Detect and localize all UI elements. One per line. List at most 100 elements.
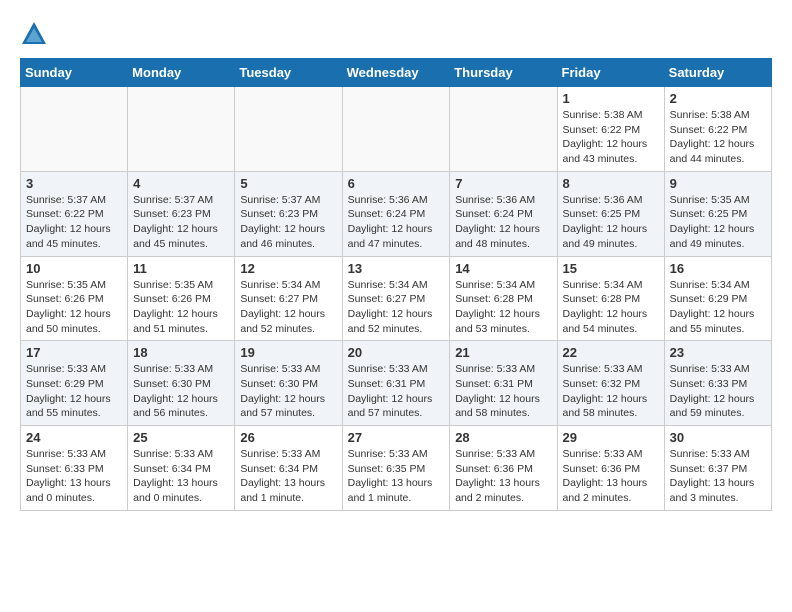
day-info: Sunrise: 5:33 AM Sunset: 6:37 PM Dayligh…: [670, 447, 766, 506]
calendar-day: 19 Sunrise: 5:33 AM Sunset: 6:30 PM Dayli…: [235, 341, 342, 426]
day-number: 2: [670, 91, 766, 106]
calendar-day: 22 Sunrise: 5:33 AM Sunset: 6:32 PM Dayli…: [557, 341, 664, 426]
day-number: 4: [133, 176, 229, 191]
calendar-week-3: 10 Sunrise: 5:35 AM Sunset: 6:26 PM Dayli…: [21, 256, 772, 341]
calendar-day: 15Sunrise: 5:34 AM Sunset: 6:28 PM Dayli…: [557, 256, 664, 341]
calendar-week-4: 17 Sunrise: 5:33 AM Sunset: 6:29 PM Dayli…: [21, 341, 772, 426]
day-info: Sunrise: 5:38 AM Sunset: 6:22 PM Dayligh…: [670, 108, 766, 167]
day-info: Sunrise: 5:37 AM Sunset: 6:23 PM Dayligh…: [240, 193, 336, 252]
day-info: Sunrise: 5:34 AM Sunset: 6:27 PM Dayligh…: [348, 278, 445, 337]
calendar-day: 30 Sunrise: 5:33 AM Sunset: 6:37 PM Dayli…: [664, 426, 771, 511]
day-info: Sunrise: 5:33 AM Sunset: 6:36 PM Dayligh…: [563, 447, 659, 506]
day-info: Sunrise: 5:33 AM Sunset: 6:35 PM Dayligh…: [348, 447, 445, 506]
day-header-saturday: Saturday: [664, 59, 771, 87]
day-number: 24: [26, 430, 122, 445]
day-number: 30: [670, 430, 766, 445]
calendar-week-1: 1 Sunrise: 5:38 AM Sunset: 6:22 PM Daylig…: [21, 87, 772, 172]
calendar-header-row: SundayMondayTuesdayWednesdayThursdayFrid…: [21, 59, 772, 87]
calendar-day: 2 Sunrise: 5:38 AM Sunset: 6:22 PM Daylig…: [664, 87, 771, 172]
calendar-day: [235, 87, 342, 172]
calendar-day: 7 Sunrise: 5:36 AM Sunset: 6:24 PM Daylig…: [450, 171, 557, 256]
day-info: Sunrise: 5:36 AM Sunset: 6:24 PM Dayligh…: [455, 193, 551, 252]
calendar-day: 6 Sunrise: 5:36 AM Sunset: 6:24 PM Daylig…: [342, 171, 450, 256]
day-number: 14: [455, 261, 551, 276]
calendar-day: [342, 87, 450, 172]
day-info: Sunrise: 5:37 AM Sunset: 6:23 PM Dayligh…: [133, 193, 229, 252]
day-header-tuesday: Tuesday: [235, 59, 342, 87]
calendar-day: 14 Sunrise: 5:34 AM Sunset: 6:28 PM Dayli…: [450, 256, 557, 341]
day-number: 25: [133, 430, 229, 445]
day-number: 21: [455, 345, 551, 360]
day-header-thursday: Thursday: [450, 59, 557, 87]
day-number: 26: [240, 430, 336, 445]
calendar-day: 21 Sunrise: 5:33 AM Sunset: 6:31 PM Dayli…: [450, 341, 557, 426]
calendar-day: [21, 87, 128, 172]
calendar-day: [450, 87, 557, 172]
calendar-day: 9 Sunrise: 5:35 AM Sunset: 6:25 PM Daylig…: [664, 171, 771, 256]
calendar-day: 26 Sunrise: 5:33 AM Sunset: 6:34 PM Dayli…: [235, 426, 342, 511]
day-number: 5: [240, 176, 336, 191]
day-info: Sunrise: 5:34 AM Sunset: 6:29 PM Dayligh…: [670, 278, 766, 337]
day-number: 20: [348, 345, 445, 360]
calendar-day: 29 Sunrise: 5:33 AM Sunset: 6:36 PM Dayli…: [557, 426, 664, 511]
day-info: Sunrise: 5:33 AM Sunset: 6:30 PM Dayligh…: [133, 362, 229, 421]
day-number: 1: [563, 91, 659, 106]
day-info: Sunrise: 5:33 AM Sunset: 6:31 PM Dayligh…: [455, 362, 551, 421]
calendar-day: 17 Sunrise: 5:33 AM Sunset: 6:29 PM Dayli…: [21, 341, 128, 426]
day-info: Sunrise: 5:33 AM Sunset: 6:33 PM Dayligh…: [670, 362, 766, 421]
calendar-day: 13 Sunrise: 5:34 AM Sunset: 6:27 PM Dayli…: [342, 256, 450, 341]
logo: [20, 20, 52, 48]
calendar-day: 28 Sunrise: 5:33 AM Sunset: 6:36 PM Dayli…: [450, 426, 557, 511]
day-number: 23: [670, 345, 766, 360]
day-number: 6: [348, 176, 445, 191]
day-number: 12: [240, 261, 336, 276]
day-number: 28: [455, 430, 551, 445]
calendar-day: 4 Sunrise: 5:37 AM Sunset: 6:23 PM Daylig…: [128, 171, 235, 256]
day-info: Sunrise: 5:33 AM Sunset: 6:33 PM Dayligh…: [26, 447, 122, 506]
day-header-monday: Monday: [128, 59, 235, 87]
calendar-day: 20Sunrise: 5:33 AM Sunset: 6:31 PM Dayli…: [342, 341, 450, 426]
day-number: 22: [563, 345, 659, 360]
page-header: [20, 20, 772, 48]
calendar-week-5: 24 Sunrise: 5:33 AM Sunset: 6:33 PM Dayli…: [21, 426, 772, 511]
day-number: 29: [563, 430, 659, 445]
calendar-day: 27 Sunrise: 5:33 AM Sunset: 6:35 PM Dayli…: [342, 426, 450, 511]
day-info: Sunrise: 5:38 AM Sunset: 6:22 PM Dayligh…: [563, 108, 659, 167]
calendar-day: 16 Sunrise: 5:34 AM Sunset: 6:29 PM Dayli…: [664, 256, 771, 341]
day-number: 16: [670, 261, 766, 276]
day-info: Sunrise: 5:34 AM Sunset: 6:28 PM Dayligh…: [455, 278, 551, 337]
day-info: Sunrise: 5:37 AM Sunset: 6:22 PM Dayligh…: [26, 193, 122, 252]
day-info: Sunrise: 5:33 AM Sunset: 6:34 PM Dayligh…: [240, 447, 336, 506]
day-info: Sunrise: 5:35 AM Sunset: 6:25 PM Dayligh…: [670, 193, 766, 252]
calendar-day: 25 Sunrise: 5:33 AM Sunset: 6:34 PM Dayli…: [128, 426, 235, 511]
day-number: 19: [240, 345, 336, 360]
calendar-week-2: 3 Sunrise: 5:37 AM Sunset: 6:22 PM Daylig…: [21, 171, 772, 256]
day-number: 9: [670, 176, 766, 191]
day-info: Sunrise: 5:33 AM Sunset: 6:32 PM Dayligh…: [563, 362, 659, 421]
day-info: Sunrise: 5:36 AM Sunset: 6:24 PM Dayligh…: [348, 193, 445, 252]
day-info: Sunrise: 5:35 AM Sunset: 6:26 PM Dayligh…: [133, 278, 229, 337]
day-info: Sunrise: 5:33 AM Sunset: 6:34 PM Dayligh…: [133, 447, 229, 506]
calendar-day: 23 Sunrise: 5:33 AM Sunset: 6:33 PM Dayli…: [664, 341, 771, 426]
day-header-friday: Friday: [557, 59, 664, 87]
day-number: 7: [455, 176, 551, 191]
day-info: Sunrise: 5:33 AM Sunset: 6:29 PM Dayligh…: [26, 362, 122, 421]
calendar-table: SundayMondayTuesdayWednesdayThursdayFrid…: [20, 58, 772, 511]
calendar-day: 12 Sunrise: 5:34 AM Sunset: 6:27 PM Dayli…: [235, 256, 342, 341]
day-info: Sunrise: 5:35 AM Sunset: 6:26 PM Dayligh…: [26, 278, 122, 337]
day-number: 18: [133, 345, 229, 360]
day-number: 27: [348, 430, 445, 445]
day-info: Sunrise: 5:34 AM Sunset: 6:27 PM Dayligh…: [240, 278, 336, 337]
calendar-day: 3 Sunrise: 5:37 AM Sunset: 6:22 PM Daylig…: [21, 171, 128, 256]
day-info: Sunrise: 5:33 AM Sunset: 6:30 PM Dayligh…: [240, 362, 336, 421]
day-number: 11: [133, 261, 229, 276]
day-number: 15: [563, 261, 659, 276]
calendar-day: 11 Sunrise: 5:35 AM Sunset: 6:26 PM Dayli…: [128, 256, 235, 341]
day-number: 3: [26, 176, 122, 191]
day-number: 17: [26, 345, 122, 360]
day-number: 10: [26, 261, 122, 276]
calendar-day: 1 Sunrise: 5:38 AM Sunset: 6:22 PM Daylig…: [557, 87, 664, 172]
day-number: 13: [348, 261, 445, 276]
logo-icon: [20, 20, 48, 48]
day-info: Sunrise: 5:33 AM Sunset: 6:36 PM Dayligh…: [455, 447, 551, 506]
